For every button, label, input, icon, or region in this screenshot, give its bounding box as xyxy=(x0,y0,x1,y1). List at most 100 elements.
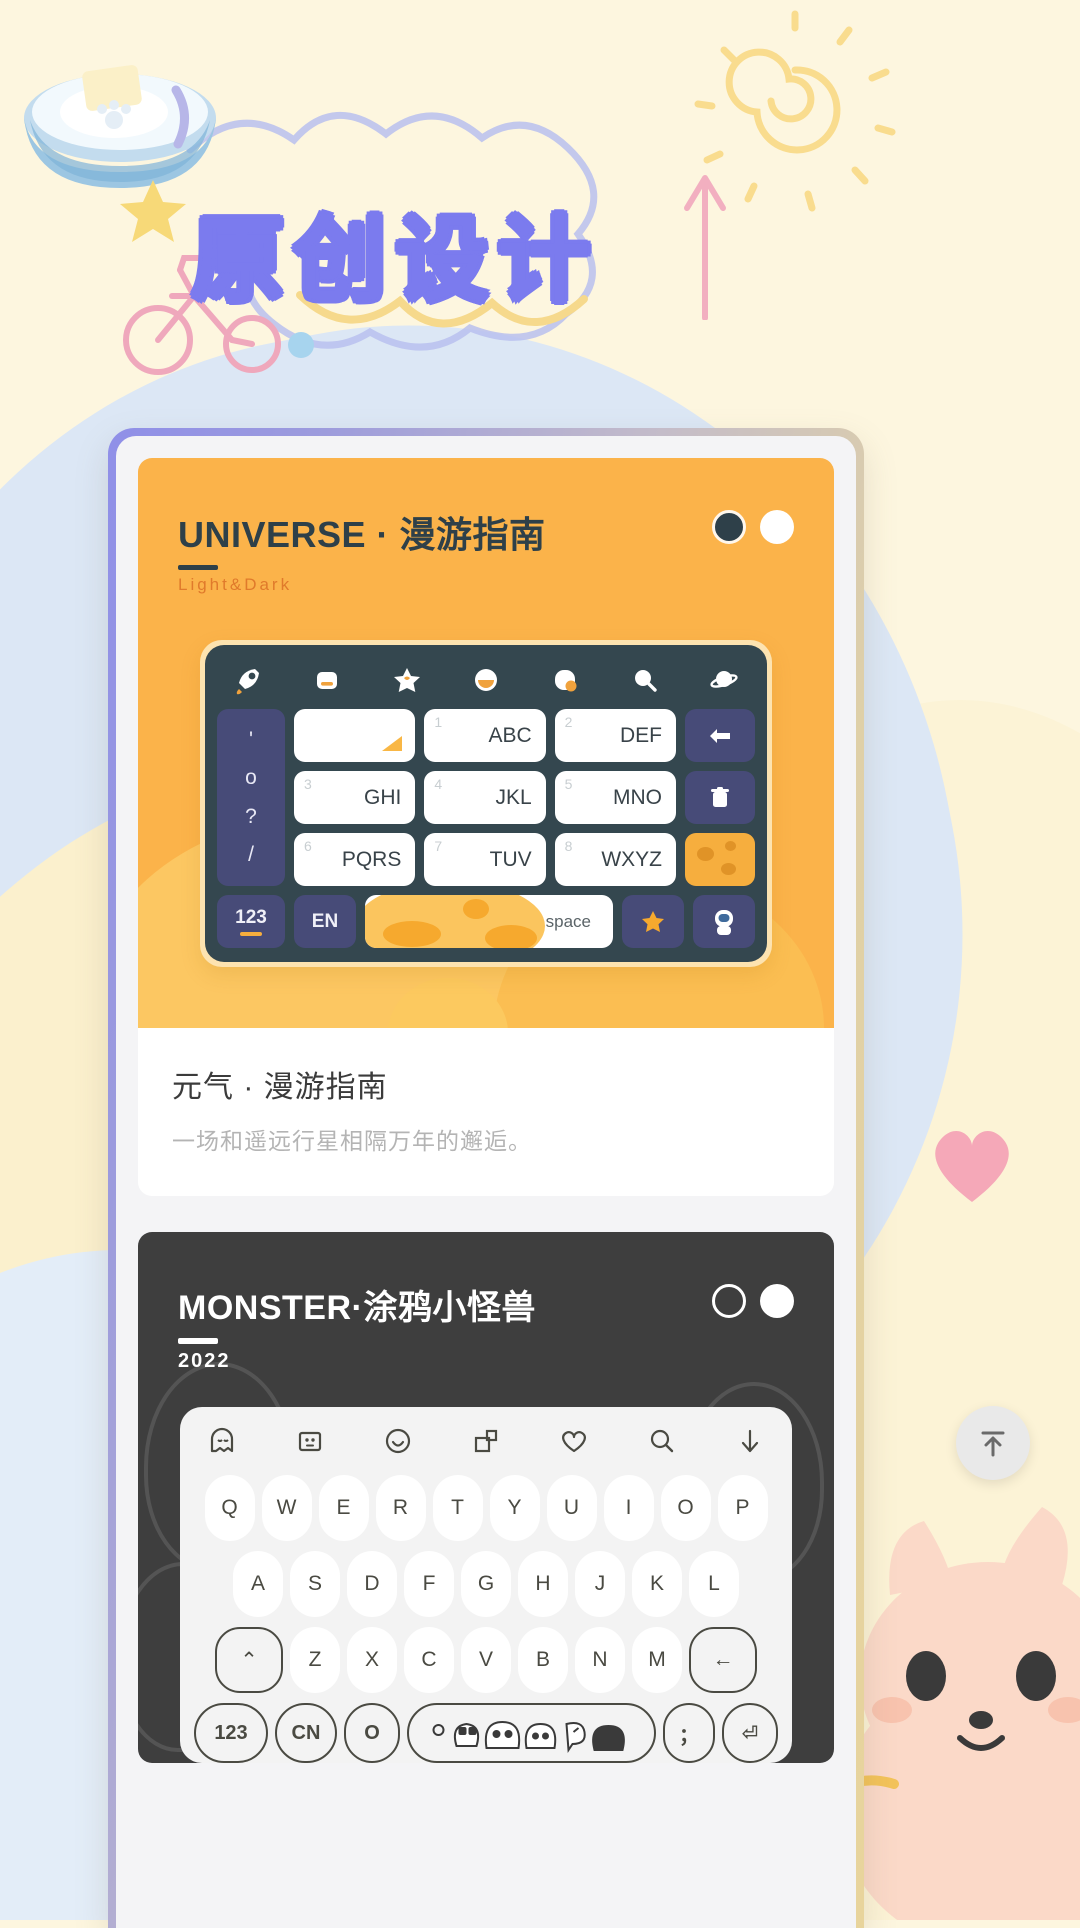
t9-key[interactable]: 5 MNO xyxy=(554,771,676,824)
t9-key[interactable]: 3 GHI xyxy=(294,771,416,824)
t9-key[interactable]: 4 JKL xyxy=(424,771,546,824)
planet-icon[interactable] xyxy=(709,665,739,695)
qwerty-key[interactable]: B xyxy=(518,1627,568,1693)
qwerty-key[interactable]: J xyxy=(575,1551,625,1617)
qwerty-key[interactable]: L xyxy=(689,1551,739,1617)
t9-row-3: 6 PQRS 7 TUV 8 WXYZ xyxy=(294,833,676,886)
qwerty-key[interactable]: T xyxy=(432,1475,483,1541)
space-key[interactable] xyxy=(407,1703,656,1763)
emoji-shortcut-key[interactable] xyxy=(622,895,684,948)
qwerty-row-2: A S D F G H J K L xyxy=(194,1551,778,1617)
active-indicator xyxy=(240,932,262,936)
crater-3 xyxy=(463,899,489,919)
backspace-key[interactable]: ← xyxy=(689,1627,757,1693)
qwerty-key[interactable]: G xyxy=(461,1551,511,1617)
moon-icon[interactable] xyxy=(550,665,580,695)
star-icon[interactable] xyxy=(392,665,422,695)
qwerty-key[interactable]: X xyxy=(347,1627,397,1693)
punct-key-apostrophe[interactable]: ' xyxy=(249,728,253,752)
smiley-icon[interactable] xyxy=(382,1425,414,1457)
qwerty-key[interactable]: Y xyxy=(489,1475,540,1541)
delete-key[interactable] xyxy=(685,771,755,824)
page-title: 原创设计 xyxy=(192,207,601,314)
semicolon-key[interactable]: ； xyxy=(663,1703,715,1763)
keyboard-monster: Q W E R T Y U I O P A S D F G H J K L ⌃ … xyxy=(180,1407,792,1763)
qwerty-key[interactable]: C xyxy=(404,1627,454,1693)
key-label: JKL xyxy=(495,785,532,809)
numeric-mode-key[interactable]: 123 xyxy=(217,895,285,948)
layers-icon[interactable] xyxy=(470,1425,502,1457)
rocket-icon[interactable] xyxy=(233,665,263,695)
arrow-doodle xyxy=(684,175,726,320)
qwerty-key[interactable]: E xyxy=(318,1475,369,1541)
t9-key[interactable] xyxy=(294,709,416,762)
ghost-icon[interactable] xyxy=(206,1425,238,1457)
t9-punctuation-column[interactable]: ' o ? / xyxy=(217,709,285,886)
universe-card-body: 元气 · 漫游指南 一场和遥远行星相隔万年的邂逅。 xyxy=(138,1028,834,1196)
key-label: WXYZ xyxy=(601,847,662,871)
key-number: 4 xyxy=(434,776,443,792)
space-key[interactable]: space xyxy=(365,895,613,948)
small-dot-doodle xyxy=(288,332,314,358)
qwerty-key[interactable]: R xyxy=(375,1475,426,1541)
cheese-key[interactable] xyxy=(685,833,755,886)
theme-card-universe[interactable]: UNIVERSE · 漫游指南 Light&Dark ' o ? / 1 ABC… xyxy=(138,458,834,1196)
enter-key[interactable] xyxy=(693,895,755,948)
numeric-mode-key[interactable]: 123 xyxy=(194,1703,268,1763)
enter-key[interactable]: ⏎ xyxy=(722,1703,778,1763)
qwerty-key[interactable]: W xyxy=(261,1475,312,1541)
qwerty-key[interactable]: A xyxy=(233,1551,283,1617)
t9-key[interactable]: 2 DEF xyxy=(554,709,676,762)
search-icon[interactable] xyxy=(630,665,660,695)
scroll-to-top-icon xyxy=(981,1431,1005,1457)
punct-key-slash[interactable]: / xyxy=(248,843,254,867)
qwerty-key[interactable]: F xyxy=(404,1551,454,1617)
down-arrow-icon[interactable] xyxy=(734,1425,766,1457)
scroll-to-top-button[interactable] xyxy=(956,1406,1030,1480)
emoji-icon[interactable] xyxy=(471,665,501,695)
heart-icon[interactable] xyxy=(558,1425,590,1457)
qwerty-key[interactable]: V xyxy=(461,1627,511,1693)
language-key[interactable]: EN xyxy=(294,895,356,948)
qwerty-row-3: ⌃ Z X C V B N M ← xyxy=(194,1627,778,1693)
t9-key[interactable]: 7 TUV xyxy=(424,833,546,886)
qwerty-key[interactable]: K xyxy=(632,1551,682,1617)
qwerty-key[interactable]: I xyxy=(603,1475,654,1541)
backspace-key[interactable] xyxy=(685,709,755,762)
qwerty-bottom-row: 123 CN O ； ⏎ xyxy=(194,1703,778,1763)
symbol-key[interactable]: O xyxy=(344,1703,400,1763)
qwerty-key[interactable]: Z xyxy=(290,1627,340,1693)
numeric-mode-label: 123 xyxy=(235,907,267,928)
qwerty-key[interactable]: N xyxy=(575,1627,625,1693)
monster-header: MONSTER·涂鸦小怪兽 2022 xyxy=(138,1232,834,1373)
keyboard-icon[interactable] xyxy=(312,665,342,695)
t9-key[interactable]: 8 WXYZ xyxy=(554,833,676,886)
qwerty-key[interactable]: D xyxy=(347,1551,397,1617)
t9-key[interactable]: 6 PQRS xyxy=(294,833,416,886)
star-icon xyxy=(642,910,664,932)
keyboard-universe-toolbar xyxy=(217,661,755,709)
keyboard-universe-body: ' o ? / 1 ABC 2 DEF 3 GHI 4 JKL 5 MNO 6 … xyxy=(205,645,767,962)
key-label: GHI xyxy=(363,785,402,809)
title-underline xyxy=(178,1338,218,1344)
shift-key[interactable]: ⌃ xyxy=(215,1627,283,1693)
punct-key-question[interactable]: ? xyxy=(245,805,257,829)
qwerty-key[interactable]: M xyxy=(632,1627,682,1693)
language-key[interactable]: CN xyxy=(275,1703,337,1763)
theme-card-monster[interactable]: MONSTER·涂鸦小怪兽 2022 Q W E R T Y U I O P A… xyxy=(138,1232,834,1763)
t9-main-keys: 1 ABC 2 DEF 3 GHI 4 JKL 5 MNO 6 PQRS 7 T… xyxy=(294,709,676,886)
t9-key[interactable]: 1 ABC xyxy=(424,709,546,762)
search-icon[interactable] xyxy=(646,1425,678,1457)
qwerty-key[interactable]: O xyxy=(660,1475,711,1541)
t9-keypad: ' o ? / 1 ABC 2 DEF 3 GHI 4 JKL 5 MNO 6 … xyxy=(217,709,755,886)
punct-key-circle[interactable]: o xyxy=(245,766,257,790)
qwerty-key[interactable]: H xyxy=(518,1551,568,1617)
monster-title: MONSTER·涂鸦小怪兽 xyxy=(178,1289,536,1327)
qwerty-key[interactable]: P xyxy=(717,1475,768,1541)
universe-header: UNIVERSE · 漫游指南 Light&Dark xyxy=(138,458,834,595)
qwerty-key[interactable]: U xyxy=(546,1475,597,1541)
keyboard-icon[interactable] xyxy=(294,1425,326,1457)
qwerty-key[interactable]: S xyxy=(290,1551,340,1617)
qwerty-key[interactable]: Q xyxy=(204,1475,255,1541)
universe-body-desc: 一场和遥远行星相隔万年的邂逅。 xyxy=(172,1128,532,1154)
